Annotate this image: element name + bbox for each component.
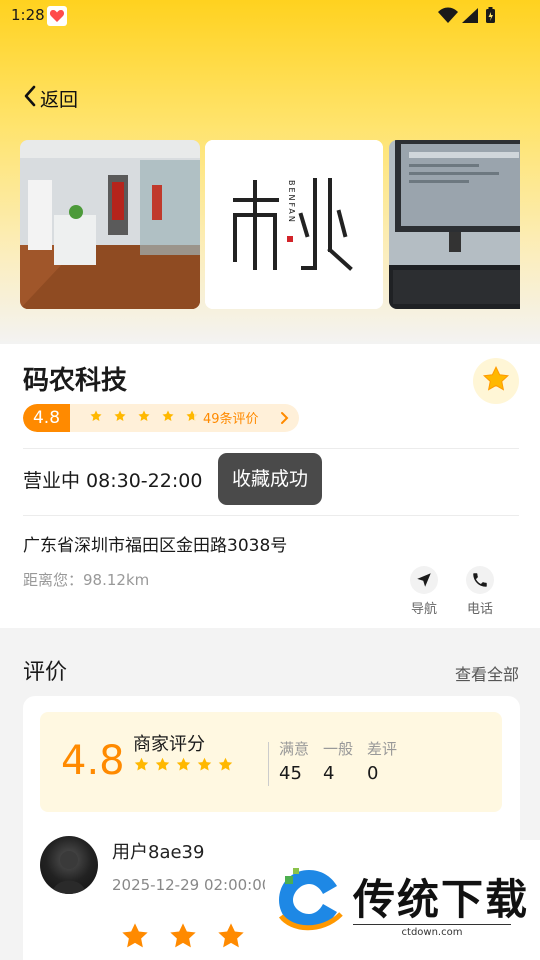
merchant-score-label: 商家评分 — [133, 734, 205, 755]
status-time: 1:28 — [11, 6, 45, 24]
photo-gallery[interactable]: BENFAN — [20, 140, 520, 310]
divider — [23, 448, 519, 449]
stat-label: 满意 — [279, 740, 310, 758]
star-icon — [134, 757, 149, 771]
star-icon — [162, 410, 174, 421]
star-icon — [170, 923, 196, 948]
watermark-brand: 传统下载 — [353, 875, 530, 924]
back-button[interactable]: 返回 — [22, 84, 78, 112]
shop-name: 码农科技 — [23, 366, 128, 396]
stat-label: 差评 — [367, 740, 398, 758]
business-hours: 营业中 08:30-22:00 — [23, 470, 203, 492]
divider — [23, 515, 519, 516]
shop-info-card: 码农科技 4.8 49条评价 营业中 08:30-22:00 广东省深圳市福田区… — [0, 344, 540, 628]
star-icon — [90, 410, 102, 421]
rating-summary[interactable]: 4.8 49条评价 — [23, 404, 299, 432]
stat-average: 一般 4 — [323, 738, 353, 784]
stat-negative: 差评 0 — [367, 738, 397, 784]
battery-icon — [486, 7, 495, 23]
shop-distance: 距离您：98.12km — [23, 571, 150, 589]
phone-icon — [466, 566, 494, 594]
gallery-photo-desk[interactable] — [389, 140, 520, 309]
navigate-button[interactable]: 导航 — [406, 566, 442, 617]
toast-message: 收藏成功 — [218, 453, 322, 505]
star-icon — [122, 923, 148, 948]
star-icon — [481, 364, 511, 398]
star-icon — [218, 757, 233, 771]
star-icon — [218, 923, 244, 948]
divider — [268, 742, 269, 786]
logo-text: BENFAN — [287, 180, 296, 224]
watermark-logo-icon — [271, 864, 347, 940]
review-user-name: 用户8ae39 — [112, 842, 205, 863]
app-notification-icon — [47, 6, 67, 26]
merchant-rating-box: 4.8 商家评分 满意 45 一般 4 差评 0 — [40, 712, 502, 812]
star-icon — [197, 757, 212, 771]
review-stars — [119, 920, 247, 952]
chevron-right-icon — [279, 410, 289, 430]
half-star-icon — [186, 410, 198, 421]
shop-address: 广东省深圳市福田区金田路3038号 — [23, 536, 288, 556]
navigate-label: 导航 — [410, 602, 437, 617]
wifi-icon — [438, 7, 458, 23]
stat-value: 0 — [367, 763, 379, 784]
rating-score: 4.8 — [23, 404, 70, 432]
rating-stars — [89, 409, 199, 423]
reviews-title: 评价 — [23, 660, 68, 685]
review-count: 49条评价 — [203, 412, 259, 427]
status-icons — [436, 6, 506, 30]
star-icon — [114, 410, 126, 421]
stat-value: 45 — [279, 763, 302, 784]
favorite-button[interactable] — [473, 358, 519, 404]
gallery-photo-logo[interactable]: BENFAN — [205, 140, 383, 309]
back-label: 返回 — [40, 88, 79, 111]
status-bar: 1:28 — [0, 0, 540, 32]
review-date: 2025-12-29 02:00:00 — [112, 876, 272, 894]
call-label: 电话 — [466, 602, 493, 617]
avatar[interactable] — [40, 836, 98, 894]
navigation-arrow-icon — [410, 566, 438, 594]
star-icon — [176, 757, 191, 771]
watermark-url: ctdown.com — [353, 924, 511, 938]
view-all-reviews-link[interactable]: 查看全部 — [455, 661, 519, 685]
star-icon — [155, 757, 170, 771]
star-icon — [138, 410, 150, 421]
stat-label: 一般 — [323, 740, 354, 758]
chevron-left-icon — [22, 84, 38, 112]
stat-satisfied: 满意 45 — [279, 738, 309, 784]
watermark-overlay: 传统下载 ctdown.com — [265, 840, 540, 960]
signal-icon — [462, 8, 478, 23]
merchant-score: 4.8 — [61, 738, 125, 784]
call-button[interactable]: 电话 — [462, 566, 498, 617]
merchant-stars — [133, 756, 234, 773]
gallery-photo-office[interactable] — [20, 140, 200, 309]
stat-value: 4 — [323, 763, 335, 784]
